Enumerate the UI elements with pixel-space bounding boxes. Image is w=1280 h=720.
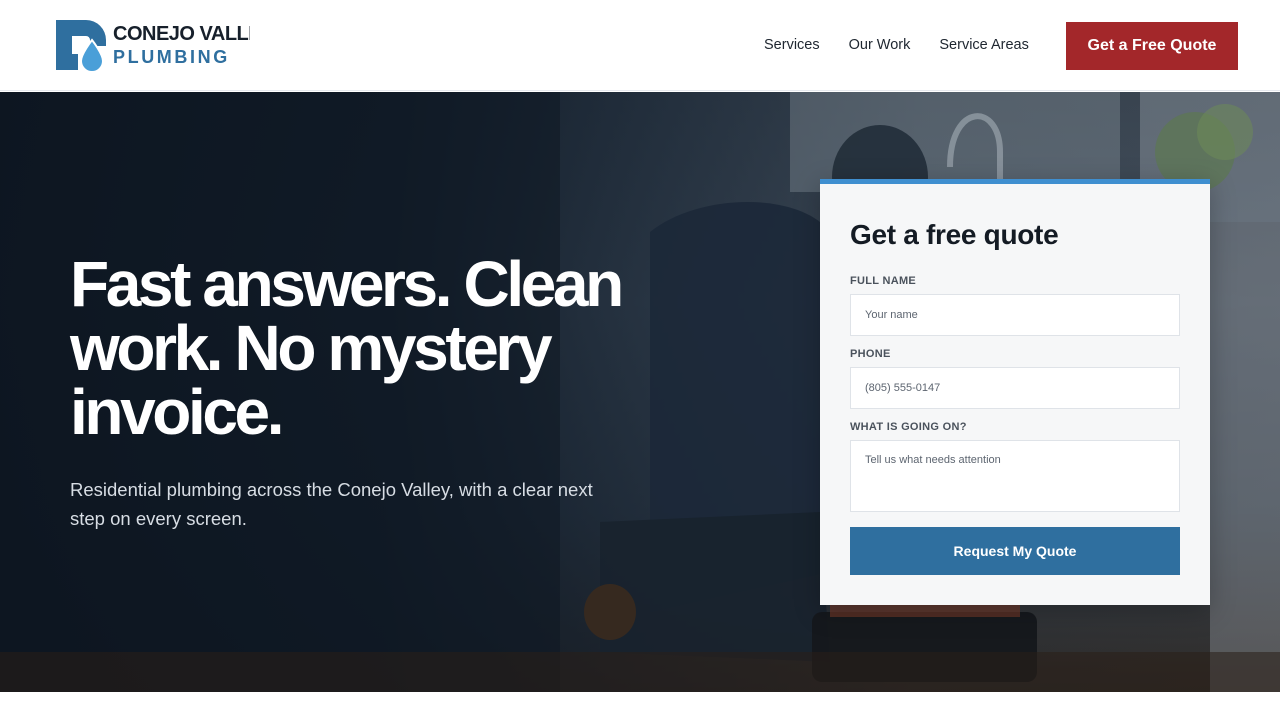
nav-item-our-work[interactable]: Our Work xyxy=(849,35,911,55)
quote-form-title: Get a free quote xyxy=(850,219,1059,250)
logo-name: CONEJO VALLEY xyxy=(113,23,250,45)
quote-form: Get a free quote FULL NAME PHONE WHAT IS… xyxy=(820,179,1210,605)
hero-subtext: Residential plumbing across the Conejo V… xyxy=(70,479,593,529)
full-name-label: FULL NAME xyxy=(850,275,917,287)
logo-subname: PLUMBING xyxy=(113,47,230,67)
get-free-quote-button[interactable]: Get a Free Quote xyxy=(1066,22,1238,70)
logo[interactable]: CONEJO VALLEY PLUMBING xyxy=(56,20,250,72)
request-quote-button[interactable]: Request My Quote xyxy=(850,527,1180,575)
site-header: CONEJO VALLEY PLUMBING Services Our Work… xyxy=(0,0,1280,91)
issue-label: WHAT IS GOING ON? xyxy=(850,421,967,433)
phone-input[interactable] xyxy=(850,367,1180,409)
issue-textarea[interactable] xyxy=(850,440,1180,512)
phone-label: PHONE xyxy=(850,348,891,360)
nav-item-services[interactable]: Services xyxy=(764,35,820,55)
hero-headline: Fast answers. Clean work. No mystery inv… xyxy=(70,248,624,448)
droplet-icon xyxy=(56,20,106,72)
full-name-input[interactable] xyxy=(850,294,1180,336)
main-nav: Services Our Work Service Areas xyxy=(764,35,1029,55)
nav-item-service-areas[interactable]: Service Areas xyxy=(939,35,1028,55)
